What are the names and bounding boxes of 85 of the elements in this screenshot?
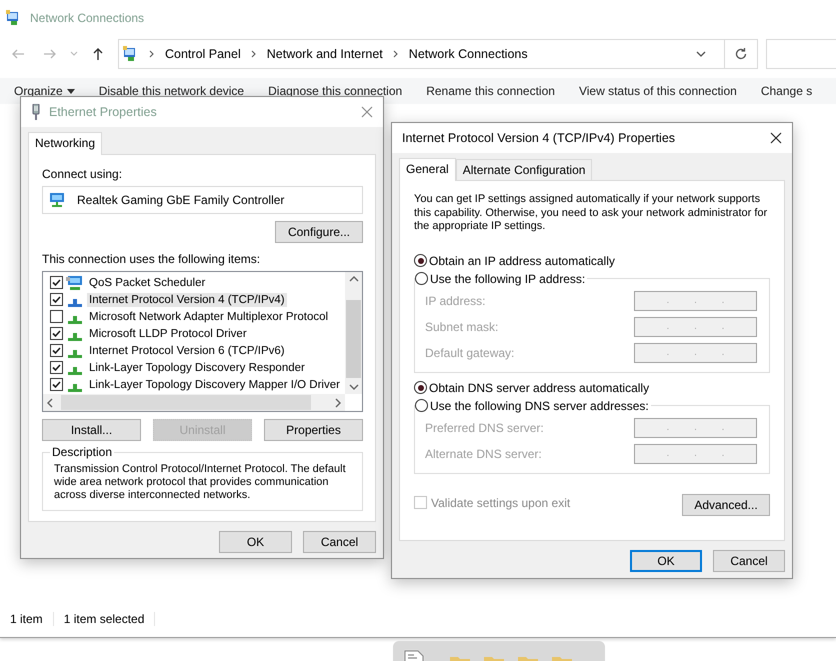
search-field[interactable] <box>766 39 836 69</box>
vertical-scrollbar[interactable] <box>345 272 362 394</box>
field-label: This connection uses the following items: <box>42 252 262 266</box>
caret-icon <box>66 88 75 94</box>
checkbox[interactable] <box>50 310 63 323</box>
radio-label: Obtain DNS server address automatically <box>429 380 650 394</box>
refresh-icon <box>734 47 748 61</box>
list-item[interactable]: Internet Protocol Version 6 (TCP/IPv6) <box>87 344 287 358</box>
tab[interactable]: General <box>399 158 456 181</box>
field-label: Preferred DNS server: <box>425 420 544 434</box>
window-title: Network Connections <box>30 11 144 25</box>
protocol-icon <box>68 332 82 340</box>
radio-button[interactable] <box>414 254 427 267</box>
field-label: IP address: <box>425 294 486 308</box>
list-item[interactable]: Microsoft Network Adapter Multiplexor Protocol <box>87 310 330 324</box>
intro-text: You can get IP settings assigned automatically if your network supports this capability. Otherwise, you need to ask your network administrator for the appropriate IP settings. <box>414 193 768 234</box>
checkbox[interactable] <box>50 361 63 374</box>
protocol-icon <box>68 316 82 324</box>
list-item[interactable]: Link-Layer Topology Discovery Responder <box>87 360 307 374</box>
chevron-right-icon <box>149 50 155 58</box>
checkbox[interactable] <box>50 327 63 340</box>
configure-button[interactable]: Configure... <box>275 221 363 243</box>
checkbox[interactable] <box>50 344 63 357</box>
radio-label: Use the following DNS server addresses: <box>430 398 649 412</box>
field-label: Default gateway: <box>425 346 514 360</box>
scroll-up-icon[interactable] <box>348 276 358 282</box>
up-arrow-icon[interactable] <box>91 47 105 61</box>
description-text: Transmission Control Protocol/Internet Protocol. The default wide area network protocol that provides communication across diverse interconnected networks. <box>54 463 347 502</box>
radio-button[interactable] <box>415 399 428 412</box>
checkbox[interactable] <box>50 293 63 306</box>
breadcrumb-item[interactable]: Control Panel <box>165 47 241 61</box>
address-bar[interactable]: Control Panel Network and Internet Network Connections <box>118 39 758 69</box>
command-link[interactable]: Rename this connection <box>426 84 555 98</box>
protocol-icon <box>68 366 82 374</box>
dialog-button[interactable]: OK <box>219 531 292 553</box>
list-item[interactable]: Link-Layer Topology Discovery Mapper I/O Driver <box>87 378 342 392</box>
action-button[interactable]: Properties <box>264 419 363 441</box>
dialog-button[interactable]: Cancel <box>713 550 785 572</box>
chevron-right-icon <box>392 50 399 58</box>
group-title: Description <box>51 445 114 459</box>
ethernet-plug-icon <box>31 104 41 120</box>
document-icon <box>403 649 425 661</box>
scroll-down-icon[interactable] <box>348 384 358 390</box>
protocol-icon <box>68 350 82 358</box>
command-link[interactable]: Disable this network device <box>98 84 244 98</box>
chevron-down-icon[interactable] <box>696 50 706 58</box>
scroll-left-icon[interactable] <box>47 398 53 408</box>
command-link[interactable]: View status of this connection <box>578 84 737 98</box>
advanced-button[interactable]: Advanced... <box>682 494 770 516</box>
radio-label: Use the following IP address: <box>430 272 586 286</box>
breadcrumb-item[interactable]: Network Connections <box>408 47 528 61</box>
dialog-title: Internet Protocol Version 4 (TCP/IPv4) Properties <box>402 131 676 145</box>
adapter-name: Realtek Gaming GbE Family Controller <box>77 193 284 207</box>
command-link[interactable]: Diagnose this connection <box>268 84 402 98</box>
dialog-button[interactable]: OK <box>630 550 702 572</box>
status-text: 1 item selected <box>64 612 156 626</box>
field-label: Connect using: <box>42 167 124 181</box>
checkbox[interactable] <box>50 378 63 391</box>
tab[interactable]: Alternate Configuration <box>456 159 592 180</box>
radio-label: Obtain an IP address automatically <box>429 254 615 268</box>
list-item[interactable]: Microsoft LLDP Protocol Driver <box>87 326 249 340</box>
list-item[interactable]: QoS Packet Scheduler <box>87 276 208 290</box>
status-text: 1 item <box>10 612 54 626</box>
close-icon[interactable] <box>770 132 782 144</box>
field-label: Subnet mask: <box>425 320 498 334</box>
tab[interactable]: Networking <box>28 132 102 155</box>
field-label: Alternate DNS server: <box>425 446 542 460</box>
checkbox[interactable] <box>50 276 63 289</box>
breadcrumb-item[interactable]: Network and Internet <box>266 47 383 61</box>
service-icon <box>66 274 84 290</box>
radio-button[interactable] <box>415 272 428 285</box>
dialog-button[interactable]: Cancel <box>303 531 376 553</box>
network-adapter-icon <box>49 192 67 208</box>
command-link[interactable]: Change s <box>760 84 812 98</box>
chevron-right-icon <box>250 50 257 58</box>
horizontal-scrollbar[interactable] <box>43 394 345 411</box>
scroll-right-icon[interactable] <box>335 398 341 408</box>
organize-menu[interactable]: Organize <box>14 84 75 98</box>
checkbox-label: Validate settings upon exit <box>431 496 570 510</box>
dialog-title: Ethernet Properties <box>49 105 158 119</box>
list-item[interactable]: Internet Protocol Version 4 (TCP/IPv4) <box>87 292 287 306</box>
protocol-icon <box>68 384 82 392</box>
radio-button[interactable] <box>414 381 427 394</box>
action-button[interactable]: Install... <box>42 419 141 441</box>
protocol-icon <box>68 298 82 306</box>
